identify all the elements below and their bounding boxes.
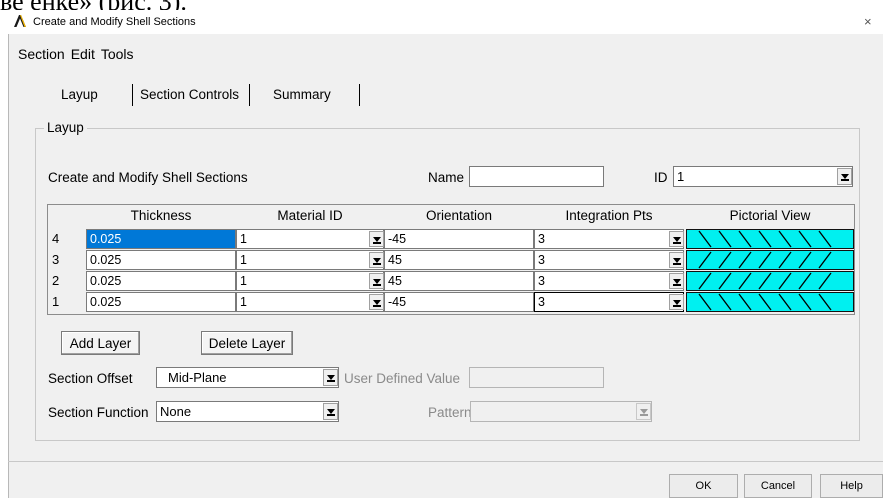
section-offset-label: Section Offset bbox=[48, 371, 133, 386]
material-id-select[interactable]: 1 bbox=[236, 292, 384, 312]
tab-section-controls[interactable]: Section Controls bbox=[140, 87, 239, 102]
pattern-select bbox=[470, 401, 652, 422]
close-icon[interactable]: × bbox=[864, 14, 872, 29]
add-layer-button[interactable]: Add Layer bbox=[61, 331, 140, 355]
ok-button[interactable]: OK bbox=[669, 474, 738, 498]
integration-pts-select[interactable]: 3 bbox=[534, 229, 684, 249]
material-id-select[interactable]: 1 bbox=[236, 250, 384, 270]
col-header-material: Material ID bbox=[277, 208, 343, 223]
pictorial-view bbox=[686, 271, 854, 291]
chevron-down-icon[interactable] bbox=[669, 231, 684, 247]
orientation-cell[interactable]: -45 bbox=[384, 229, 534, 249]
pattern-label: Pattern bbox=[428, 405, 472, 420]
col-header-thickness: Thickness bbox=[130, 208, 192, 223]
menu-tools[interactable]: Tools bbox=[101, 46, 134, 62]
chevron-down-icon[interactable] bbox=[369, 273, 384, 289]
integration-pts-select[interactable]: 3 bbox=[534, 250, 684, 270]
tab-divider bbox=[132, 84, 133, 106]
groupbox-legend: Layup bbox=[44, 120, 87, 135]
section-offset-value: Mid-Plane bbox=[168, 370, 227, 385]
tab-divider bbox=[249, 84, 250, 106]
integration-pts-select[interactable]: 3 bbox=[534, 271, 684, 291]
help-button[interactable]: Help bbox=[820, 474, 883, 498]
tab-summary[interactable]: Summary bbox=[273, 87, 331, 102]
tab-layup[interactable]: Layup bbox=[61, 87, 98, 102]
row-number: 3 bbox=[52, 252, 60, 267]
col-header-orientation: Orientation bbox=[425, 208, 493, 223]
chevron-down-icon[interactable] bbox=[837, 168, 852, 185]
chevron-down-icon[interactable] bbox=[669, 252, 684, 268]
chevron-down-icon[interactable] bbox=[323, 403, 338, 420]
row-number: 4 bbox=[52, 231, 60, 246]
row-number: 1 bbox=[52, 294, 60, 309]
chevron-down-icon[interactable] bbox=[369, 294, 384, 310]
pictorial-view bbox=[686, 229, 854, 249]
menu-section[interactable]: Section bbox=[18, 46, 65, 62]
ply-orientation-hatch bbox=[698, 251, 832, 269]
thickness-cell[interactable]: 0.025 bbox=[86, 250, 236, 270]
integration-pts-select[interactable]: 3 bbox=[534, 292, 684, 312]
thickness-cell[interactable]: 0.025 bbox=[86, 292, 236, 312]
section-offset-select[interactable]: Mid-Plane bbox=[156, 367, 339, 388]
name-label: Name bbox=[428, 170, 465, 185]
cancel-button[interactable]: Cancel bbox=[744, 474, 812, 498]
material-id-select[interactable]: 1 bbox=[236, 229, 384, 249]
id-select[interactable]: 1 bbox=[673, 166, 853, 187]
orientation-cell[interactable]: -45 bbox=[384, 292, 534, 312]
chevron-down-icon bbox=[636, 403, 651, 420]
chevron-down-icon[interactable] bbox=[369, 252, 384, 268]
chevron-down-icon[interactable] bbox=[669, 273, 684, 289]
window-title: Create and Modify Shell Sections bbox=[33, 16, 196, 28]
ply-orientation-hatch bbox=[698, 293, 832, 311]
section-caption: Create and Modify Shell Sections bbox=[48, 170, 248, 185]
name-input[interactable] bbox=[469, 166, 604, 187]
menu-edit[interactable]: Edit bbox=[71, 46, 95, 62]
menu-bar: Section Edit Tools bbox=[8, 46, 135, 62]
col-header-intpts: Integration Pts bbox=[565, 208, 653, 223]
ply-orientation-hatch bbox=[698, 272, 832, 290]
section-function-select[interactable]: None bbox=[156, 401, 339, 422]
pictorial-view bbox=[686, 250, 854, 270]
ansys-logo-icon bbox=[14, 15, 26, 27]
chevron-down-icon[interactable] bbox=[323, 369, 338, 386]
chevron-down-icon[interactable] bbox=[669, 294, 684, 310]
orientation-cell[interactable]: 45 bbox=[384, 250, 534, 270]
section-function-value: None bbox=[160, 404, 192, 419]
col-header-pictorial: Pictorial View bbox=[729, 208, 811, 223]
section-function-label: Section Function bbox=[48, 405, 149, 420]
chevron-down-icon[interactable] bbox=[369, 231, 384, 247]
orientation-cell[interactable]: 45 bbox=[384, 271, 534, 291]
delete-layer-button[interactable]: Delete Layer bbox=[201, 331, 293, 355]
user-defined-value-input bbox=[469, 367, 604, 388]
row-number: 2 bbox=[52, 273, 60, 288]
thickness-cell[interactable]: 0.025 bbox=[86, 271, 236, 291]
pictorial-view bbox=[686, 292, 854, 312]
ply-orientation-hatch bbox=[698, 230, 832, 248]
footer-divider bbox=[8, 461, 883, 462]
material-id-select[interactable]: 1 bbox=[236, 271, 384, 291]
id-value: 1 bbox=[677, 169, 685, 184]
id-label: ID bbox=[654, 170, 668, 185]
user-defined-value-label: User Defined Value bbox=[344, 371, 461, 386]
tab-divider bbox=[359, 84, 360, 106]
thickness-cell[interactable]: 0.025 bbox=[86, 229, 236, 249]
